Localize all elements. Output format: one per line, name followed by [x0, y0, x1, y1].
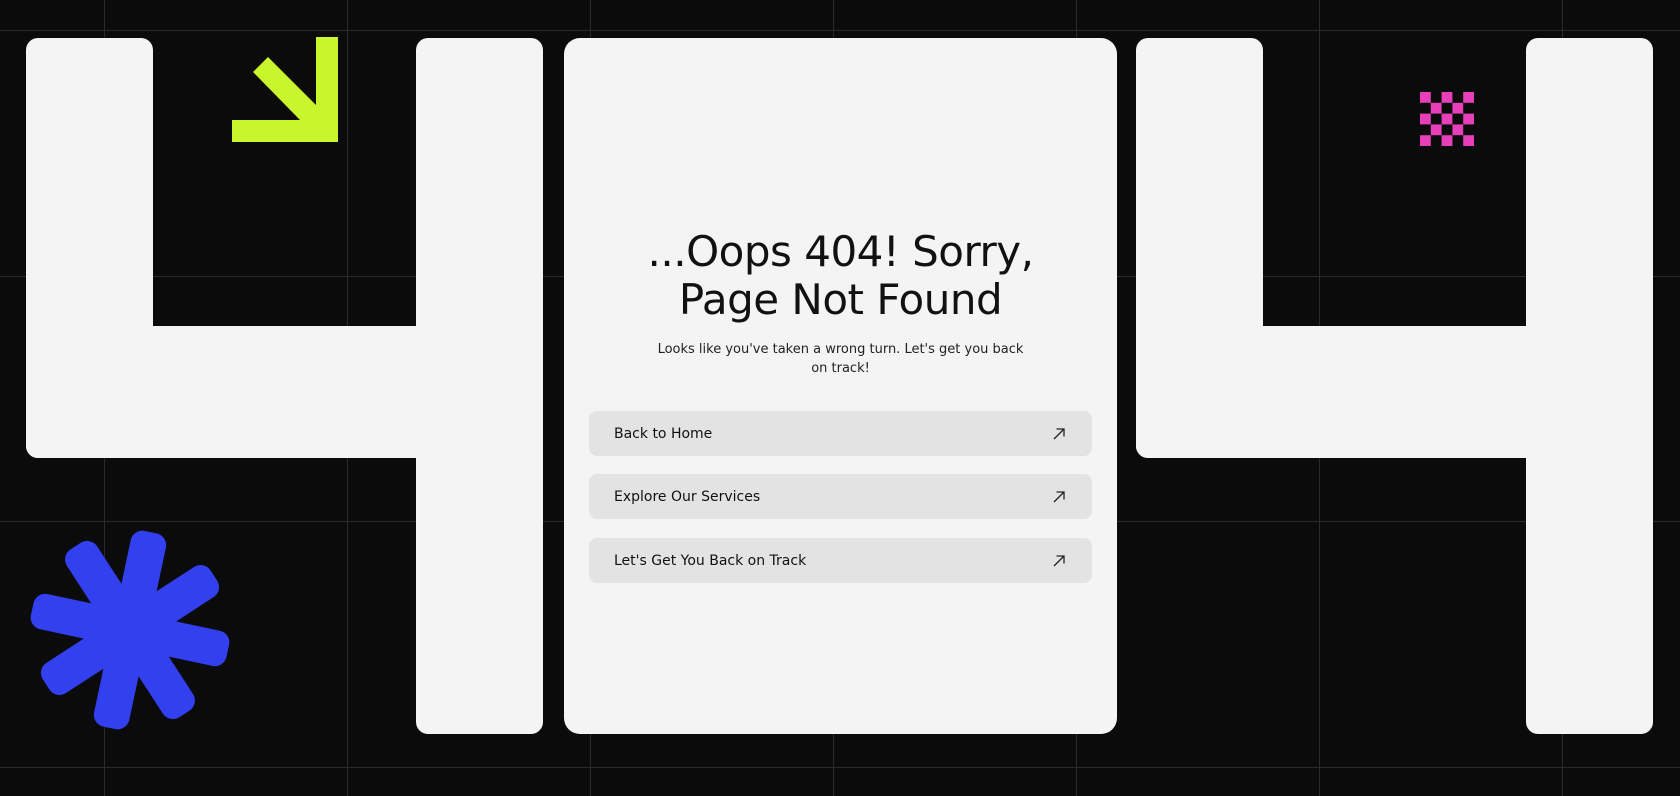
title-line-1: ...Oops 404! Sorry,	[647, 227, 1034, 276]
button-label: Back to Home	[614, 425, 713, 442]
grid-line	[0, 30, 1680, 31]
arrow-up-right-icon	[1053, 554, 1065, 566]
explore-services-button[interactable]: Explore Our Services	[589, 474, 1092, 519]
title-line-2: Page Not Found	[678, 275, 1003, 324]
page-title: ...Oops 404! Sorry, Page Not Found	[564, 228, 1117, 324]
right-four-upright	[1526, 38, 1653, 734]
page-subtitle: Looks like you've taken a wrong turn. Le…	[657, 342, 1024, 376]
button-label: Explore Our Services	[614, 488, 761, 505]
asterisk-icon	[30, 530, 230, 730]
arrow-down-right-icon	[232, 37, 338, 142]
checkerboard-icon	[1420, 92, 1474, 146]
back-to-home-button[interactable]: Back to Home	[589, 411, 1092, 456]
grid-line	[0, 767, 1680, 768]
back-on-track-button[interactable]: Let's Get You Back on Track	[589, 538, 1092, 583]
error-card: ...Oops 404! Sorry, Page Not Found Looks…	[564, 38, 1117, 734]
arrow-up-right-icon	[1053, 427, 1065, 439]
arrow-up-right-icon	[1053, 490, 1065, 502]
left-four-upright	[416, 38, 543, 734]
button-label: Let's Get You Back on Track	[614, 552, 807, 569]
error-page: ...Oops 404! Sorry, Page Not Found Looks…	[0, 0, 1680, 796]
